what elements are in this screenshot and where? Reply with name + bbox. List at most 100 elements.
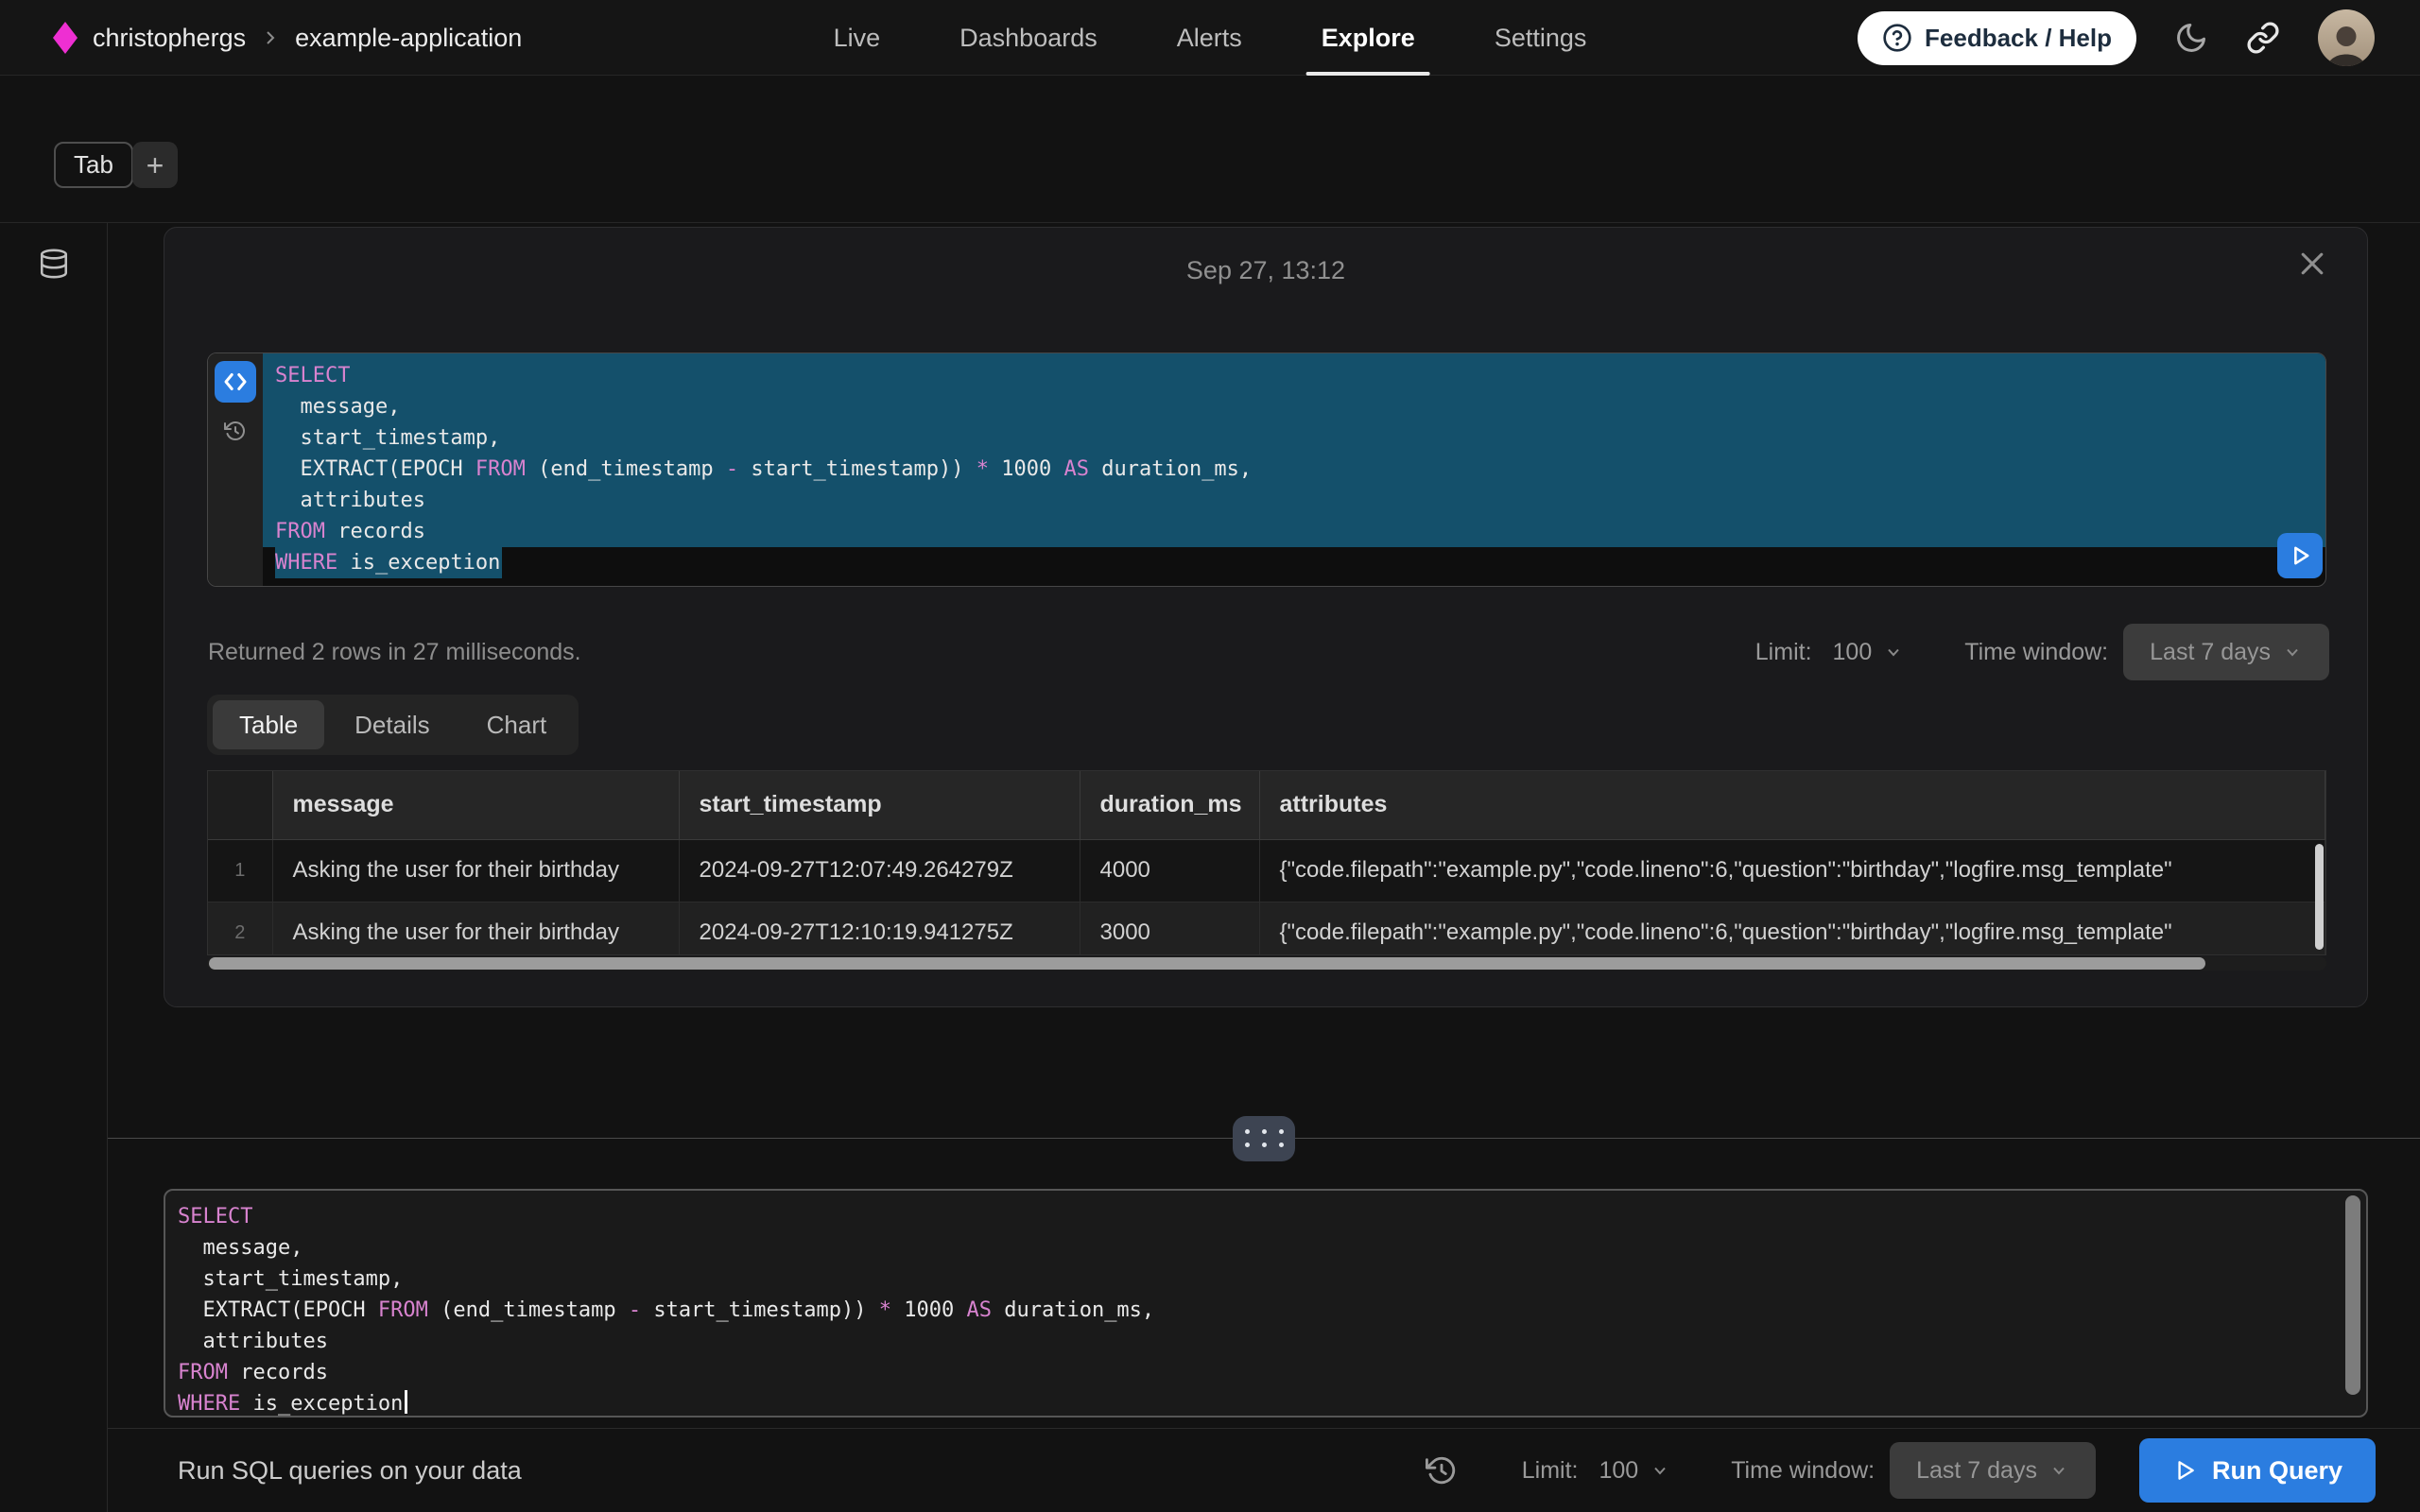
chevron-down-icon: [2282, 642, 2303, 662]
code-view-button[interactable]: [215, 361, 256, 403]
chevron-down-icon: [1650, 1460, 1670, 1481]
nav-item-settings[interactable]: Settings: [1491, 0, 1591, 76]
scrollbar-thumb[interactable]: [2345, 1195, 2360, 1395]
history-icon: [224, 417, 247, 445]
scrollbar-thumb[interactable]: [209, 957, 2205, 970]
top-nav: christophergs example-application Live Da…: [0, 0, 2420, 76]
table-row[interactable]: 2Asking the user for their birthday2024-…: [208, 902, 2325, 955]
avatar[interactable]: [2318, 9, 2375, 66]
time-window-label: Time window:: [1964, 639, 2108, 666]
table-header-row: messagestart_timestampduration_msattribu…: [208, 771, 2325, 839]
breadcrumb-project[interactable]: example-application: [295, 24, 522, 53]
play-icon: [2287, 542, 2313, 569]
code-icon: [221, 368, 250, 396]
avatar-person: [2318, 15, 2375, 66]
data-table: messagestart_timestampduration_msattribu…: [208, 771, 2325, 955]
table-cell[interactable]: 2024-09-27T12:07:49.264279Z: [679, 839, 1080, 902]
feedback-help-button[interactable]: Feedback / Help: [1858, 11, 2136, 65]
sql-query-display[interactable]: SELECT message, start_timestamp, EXTRACT…: [263, 353, 2325, 586]
table-cell[interactable]: 3000: [1080, 902, 1259, 955]
view-tabs: TableDetailsChart: [207, 695, 579, 755]
run-query-button[interactable]: Run Query: [2139, 1438, 2376, 1503]
result-controls: Limit: 100 Time window: Last 7 days: [1755, 624, 2329, 680]
table-cell[interactable]: Asking the user for their birthday: [272, 902, 679, 955]
table-body: 1Asking the user for their birthday2024-…: [208, 839, 2325, 955]
nav-item-explore[interactable]: Explore: [1318, 0, 1419, 76]
table-cell[interactable]: Asking the user for their birthday: [272, 839, 679, 902]
editor-scrollbar[interactable]: [2345, 1195, 2360, 1411]
query-history-button[interactable]: [218, 414, 252, 448]
table-row[interactable]: 1Asking the user for their birthday2024-…: [208, 839, 2325, 902]
result-meta-row: Returned 2 rows in 27 milliseconds. Limi…: [208, 623, 2329, 681]
sql-editor-code[interactable]: SELECT message, start_timestamp, EXTRACT…: [165, 1191, 2366, 1419]
table-cell[interactable]: {"code.filepath":"example.py","code.line…: [1259, 839, 2325, 902]
row-number: 1: [208, 839, 272, 902]
nav-item-live[interactable]: Live: [830, 0, 885, 76]
theme-toggle-button[interactable]: [2174, 21, 2208, 55]
breadcrumb-org[interactable]: christophergs: [93, 24, 246, 53]
limit-select[interactable]: 100: [1827, 638, 1910, 667]
footer-controls: Limit: 100 Time window: Last 7 days Run …: [1420, 1438, 2376, 1503]
database-icon[interactable]: [38, 248, 70, 280]
tab-bar: Tab +: [0, 76, 2420, 223]
view-tab-table[interactable]: Table: [213, 700, 324, 749]
nav-actions: Feedback / Help: [1858, 0, 2375, 76]
sql-history-block: SELECT message, start_timestamp, EXTRACT…: [207, 352, 2326, 587]
table-horizontal-scrollbar[interactable]: [207, 956, 2326, 971]
column-header-message: message: [272, 771, 679, 839]
tab-button[interactable]: Tab: [54, 142, 133, 188]
column-header-start_timestamp: start_timestamp: [679, 771, 1080, 839]
logfire-logo[interactable]: [53, 22, 78, 54]
view-tab-details[interactable]: Details: [328, 700, 456, 749]
close-icon: [2299, 250, 2325, 277]
column-header-attributes: attributes: [1259, 771, 2325, 839]
limit-label: Limit:: [1755, 639, 1812, 666]
limit-label: Limit:: [1522, 1457, 1579, 1485]
scrollbar-thumb[interactable]: [2315, 844, 2324, 950]
editor-hint: Run SQL queries on your data: [178, 1456, 1420, 1486]
sql-editor[interactable]: SELECT message, start_timestamp, EXTRACT…: [164, 1189, 2368, 1418]
share-link-button[interactable]: [2246, 21, 2280, 55]
link-icon: [2246, 21, 2280, 55]
text-caret: [405, 1390, 407, 1414]
results-table: messagestart_timestampduration_msattribu…: [207, 770, 2326, 971]
code-gutter: [208, 353, 263, 586]
breadcrumb: christophergs example-application: [53, 0, 522, 76]
limit-value: 100: [1833, 639, 1873, 666]
nav-item-dashboards[interactable]: Dashboards: [956, 0, 1101, 76]
query-timestamp: Sep 27, 13:12: [164, 256, 2367, 285]
table-vertical-scrollbar[interactable]: [2315, 844, 2324, 954]
play-icon: [2172, 1458, 2197, 1483]
chevron-down-icon: [2048, 1460, 2069, 1481]
rerun-query-button[interactable]: [2277, 533, 2323, 578]
table-cell[interactable]: 4000: [1080, 839, 1259, 902]
query-history-button[interactable]: [1420, 1453, 1463, 1487]
nav-item-alerts[interactable]: Alerts: [1173, 0, 1246, 76]
time-window-select[interactable]: Last 7 days: [1890, 1442, 2096, 1499]
results-table-clip: messagestart_timestampduration_msattribu…: [207, 770, 2326, 955]
table-cell[interactable]: 2024-09-27T12:10:19.941275Z: [679, 902, 1080, 955]
bottom-bar: Run SQL queries on your data Limit: 100 …: [108, 1428, 2420, 1512]
moon-icon: [2174, 21, 2208, 55]
help-circle-icon: [1882, 23, 1912, 53]
history-icon: [1426, 1454, 1458, 1486]
time-window-select[interactable]: Last 7 days: [2123, 624, 2329, 680]
panel-divider: [108, 1138, 2420, 1139]
result-meta: Returned 2 rows in 27 milliseconds.: [208, 639, 581, 666]
view-tab-chart[interactable]: Chart: [460, 700, 574, 749]
table-cell[interactable]: {"code.filepath":"example.py","code.line…: [1259, 902, 2325, 955]
row-number: 2: [208, 902, 272, 955]
sidebar: [0, 223, 108, 1512]
run-query-label: Run Query: [2212, 1456, 2342, 1486]
limit-value: 100: [1599, 1457, 1638, 1485]
divider-drag-handle[interactable]: [1233, 1116, 1295, 1161]
primary-nav: Live Dashboards Alerts Explore Settings: [830, 0, 1591, 76]
query-result-card: Sep 27, 13:12 SELECT message, start_time…: [164, 227, 2368, 1007]
time-window-label: Time window:: [1731, 1457, 1875, 1485]
column-header-gutter: [208, 771, 272, 839]
add-tab-button[interactable]: +: [132, 142, 178, 188]
breadcrumb-chevron-icon: [261, 28, 280, 47]
chevron-down-icon: [1883, 642, 1904, 662]
close-button[interactable]: [2299, 250, 2325, 277]
limit-select[interactable]: 100: [1593, 1456, 1676, 1486]
